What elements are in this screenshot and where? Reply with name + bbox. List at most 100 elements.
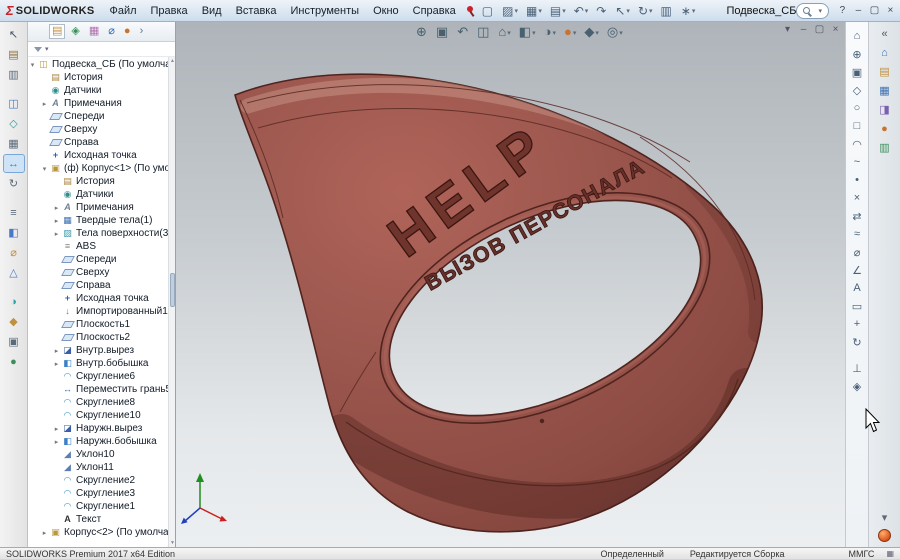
rectangle-tool-icon[interactable]: □ — [848, 118, 867, 134]
mirror-tool-icon[interactable]: ⇄ — [848, 208, 867, 224]
offset-tool-icon[interactable]: ≈ — [848, 226, 867, 242]
tree-item[interactable]: Исходная точка — [28, 292, 168, 305]
toolbar-options-icon[interactable]: ▾ — [781, 24, 794, 35]
filter-icon[interactable] — [34, 47, 42, 52]
tab-featuremanager[interactable]: ▤ — [50, 25, 64, 38]
insert-component-icon[interactable]: ◫ — [4, 95, 24, 112]
tree-item[interactable]: Импортированный1 — [28, 305, 168, 318]
close-icon[interactable]: × — [883, 5, 898, 16]
menubar-menu-item[interactable]: Справка — [406, 3, 463, 19]
smart-fasteners-icon[interactable]: ≡ — [4, 204, 24, 221]
dimension-tool-icon[interactable]: ⌀ — [848, 244, 867, 260]
copy-icon[interactable]: ▥ — [4, 66, 24, 83]
tree-item[interactable]: История — [28, 175, 168, 188]
expand-arrow-icon[interactable]: ▾ — [40, 165, 49, 173]
scroll-up-icon[interactable]: ▲ — [169, 58, 175, 64]
mate-icon[interactable]: ◇ — [4, 115, 24, 132]
angle-tool-icon[interactable]: ∠ — [848, 262, 867, 278]
tree-item[interactable]: Скругление10 — [28, 409, 168, 422]
convert-entities-icon[interactable]: ↻ — [848, 334, 867, 350]
tab-configurationmanager[interactable]: ▦ — [87, 25, 101, 38]
tree-item[interactable]: Справа — [28, 279, 168, 292]
circle-tool-icon[interactable]: ○ — [848, 100, 867, 116]
coordinate-system-icon[interactable]: + — [848, 316, 867, 332]
tree-item[interactable]: Переместить грань5 — [28, 383, 168, 396]
tree-item[interactable]: Спереди — [28, 253, 168, 266]
tree-item[interactable]: ▸ Твердые тела(1) — [28, 214, 168, 227]
tree-item[interactable]: История — [28, 71, 168, 84]
tab-dimxpertmanager[interactable]: ⌀ — [106, 25, 117, 38]
zoom-area-icon[interactable]: ▣ — [434, 24, 451, 40]
expand-arrow-icon[interactable]: ▸ — [52, 438, 61, 446]
tree-item[interactable]: ▸ Внутр.бобышка — [28, 357, 168, 370]
tree-item[interactable]: Сверху — [28, 123, 168, 136]
tree-item[interactable]: Скругление3 — [28, 487, 168, 500]
tree-item[interactable]: Исходная точка — [28, 149, 168, 162]
reference-geometry-icon[interactable]: ⌀ — [4, 244, 24, 261]
tree-item[interactable]: ABS — [28, 240, 168, 253]
tree-item[interactable]: ▸ Примечания — [28, 201, 168, 214]
tree-item[interactable]: ▸ Корпус<2> (По умолчанию<<По — [28, 526, 168, 539]
open-file-icon[interactable]: ▨ ▾ — [499, 3, 521, 19]
isometric-view-icon[interactable]: ◈ — [848, 378, 867, 394]
close-doc-icon[interactable]: × — [829, 24, 842, 35]
tree-item[interactable]: Датчики — [28, 84, 168, 97]
mass-properties-icon[interactable]: ◆ — [4, 313, 24, 330]
tree-item[interactable]: Сверху — [28, 266, 168, 279]
tree-item[interactable]: Скругление6 — [28, 370, 168, 383]
help-icon[interactable]: ? — [835, 5, 850, 16]
resources-icon[interactable]: ⌂ — [875, 45, 895, 60]
search-scope-caret-icon[interactable]: ▾ — [818, 7, 822, 15]
expand-arrow-icon[interactable]: ▸ — [52, 347, 61, 355]
previous-view-icon[interactable]: ↶ — [455, 24, 471, 40]
move-component-icon[interactable]: ↔ — [4, 155, 24, 172]
display-style-icon[interactable]: ◧ ▾ — [517, 24, 538, 40]
file-properties-icon[interactable]: ▥ — [658, 3, 676, 19]
units-label[interactable]: ММГС — [848, 549, 874, 559]
tree-item[interactable]: Справа — [28, 136, 168, 149]
tree-item[interactable]: Уклон10 — [28, 448, 168, 461]
tree-item[interactable]: ▸ Наружн.бобышка — [28, 435, 168, 448]
minimize-icon[interactable]: – — [851, 5, 866, 16]
spline-tool-icon[interactable]: ~ — [848, 154, 867, 170]
normal-to-icon[interactable]: ⊥ — [848, 360, 867, 376]
tree-item[interactable]: Плоскость2 — [28, 331, 168, 344]
expand-arrow-icon[interactable]: ▸ — [52, 360, 61, 368]
tree-item[interactable]: Датчики — [28, 188, 168, 201]
apply-scene-icon[interactable]: ◆ ▾ — [582, 24, 601, 40]
zoom-fit-icon[interactable]: ⊕ — [848, 46, 867, 62]
tree-item[interactable]: ▸ Наружн.вырез — [28, 422, 168, 435]
tree-item[interactable]: Скругление1 — [28, 500, 168, 513]
scrollbar-thumb[interactable] — [170, 273, 175, 307]
tree-item[interactable]: Скругление8 — [28, 396, 168, 409]
filter-caret-icon[interactable]: ▾ — [45, 45, 49, 53]
plane-tool-icon[interactable]: ▭ — [848, 298, 867, 314]
tab-propertymanager[interactable]: ◈ — [69, 25, 81, 38]
tree-item[interactable]: ▸ Внутр.вырез — [28, 344, 168, 357]
rebuild-icon[interactable]: ↻ ▾ — [635, 3, 656, 19]
expand-arrow-icon[interactable]: ▸ — [52, 425, 61, 433]
menubar-menu-item[interactable]: Правка — [144, 3, 195, 19]
redo-icon[interactable]: ↷ — [593, 3, 610, 19]
view-palette-icon[interactable]: ◨ — [875, 102, 895, 117]
menubar-menu-item[interactable]: Вставка — [229, 3, 284, 19]
expand-arrow-icon[interactable]: ▸ — [52, 204, 61, 212]
exploded-view-icon[interactable]: △ — [4, 264, 24, 281]
tree-item[interactable]: Уклон11 — [28, 461, 168, 474]
menubar-menu-item[interactable]: Вид — [195, 3, 229, 19]
view-orientation-icon[interactable]: ⌂ — [848, 28, 867, 44]
design-library-icon[interactable]: ▤ — [875, 64, 895, 79]
print-icon[interactable]: ▤ ▾ — [547, 3, 569, 19]
wireframe-icon[interactable]: ◇ — [848, 82, 867, 98]
restore-icon[interactable]: ▢ — [867, 5, 882, 16]
section-view-icon[interactable]: ◫ — [475, 24, 492, 40]
tab-overflow-icon[interactable]: › — [138, 25, 146, 38]
assembly-features-icon[interactable]: ◧ — [4, 224, 24, 241]
select-icon[interactable]: ↖ ▾ — [612, 3, 633, 19]
expand-arrow-icon[interactable]: ▸ — [52, 217, 61, 225]
edit-appearance-icon[interactable]: ● ▾ — [562, 24, 578, 40]
scroll-down-icon[interactable]: ▼ — [169, 540, 175, 546]
orientation-triad[interactable] — [181, 473, 227, 524]
interference-check-icon[interactable]: ◑ — [4, 293, 24, 310]
minimize-doc-icon[interactable]: – — [797, 24, 810, 35]
